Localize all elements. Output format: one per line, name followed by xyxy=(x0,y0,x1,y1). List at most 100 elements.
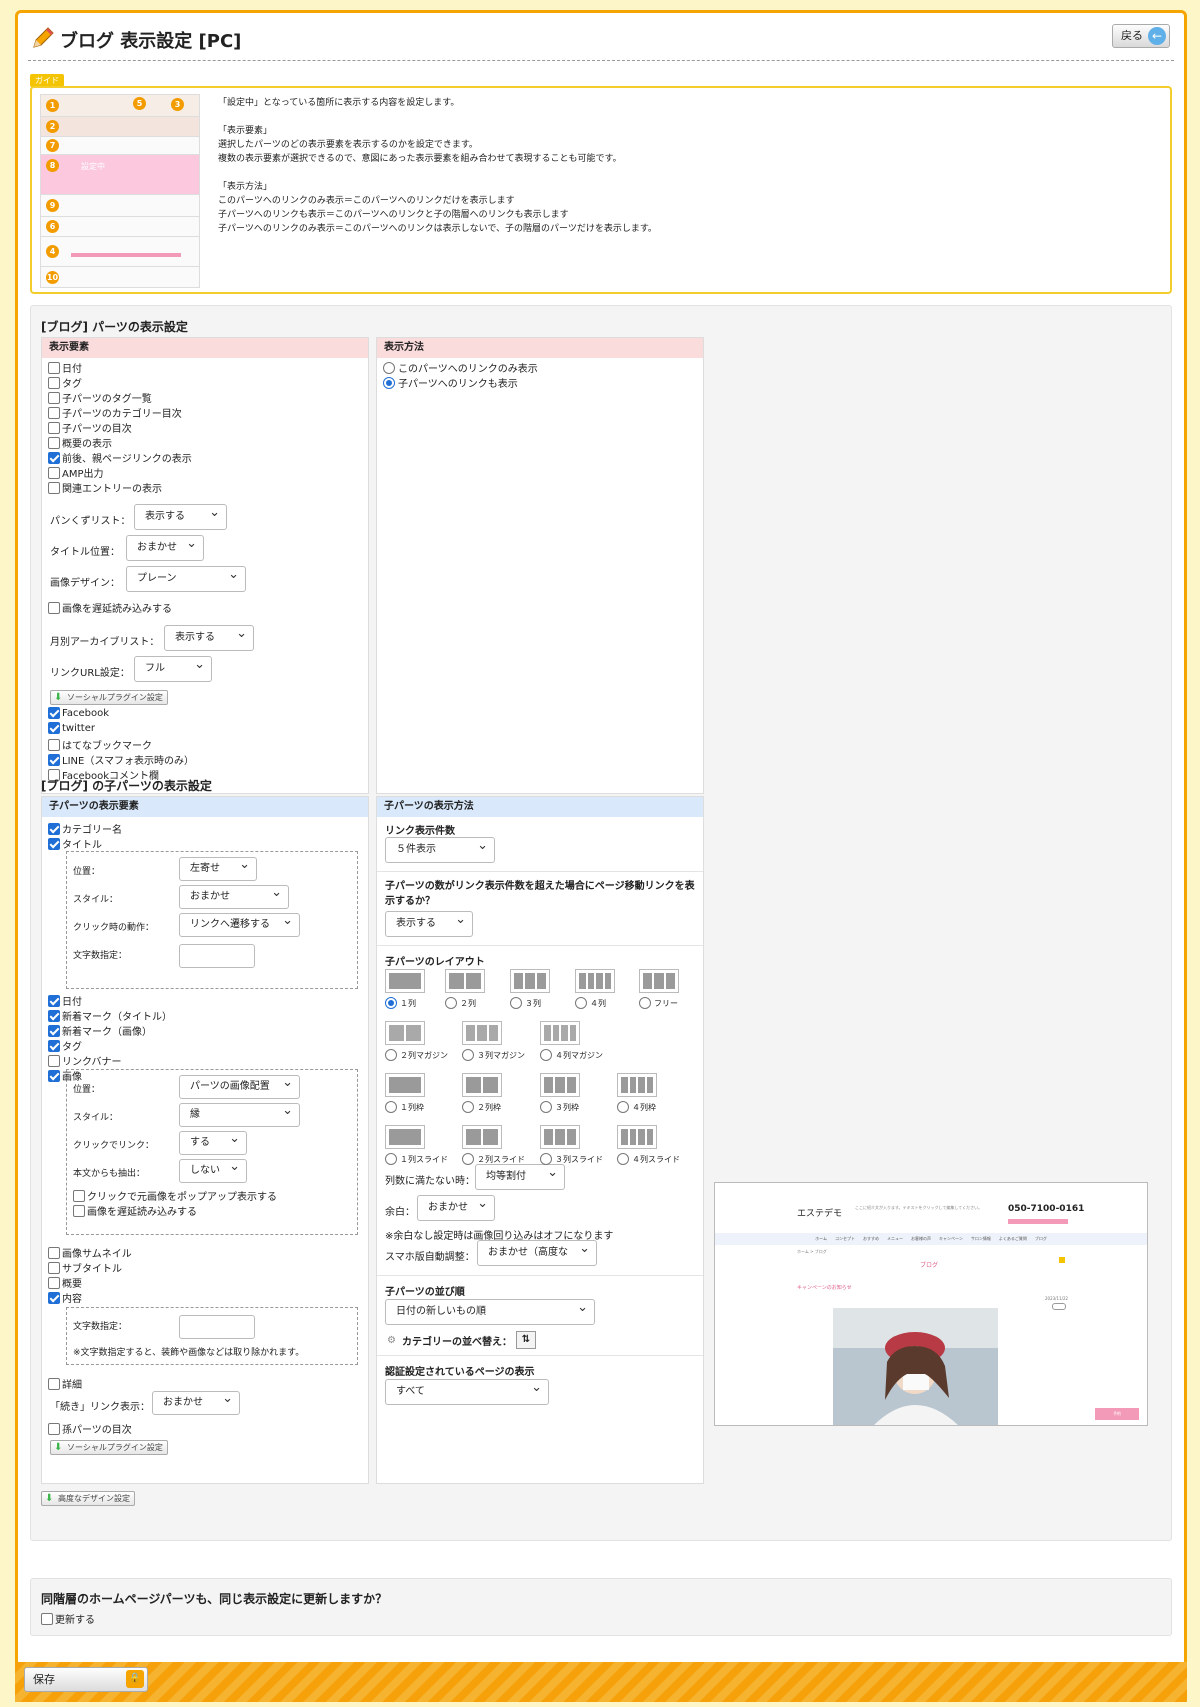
radio-button[interactable] xyxy=(385,1101,397,1113)
checkbox-box[interactable] xyxy=(48,1069,60,1082)
radio-button[interactable] xyxy=(639,997,651,1009)
image-design-select[interactable]: プレーン xyxy=(126,566,246,592)
radio-button[interactable] xyxy=(540,1101,552,1113)
checkbox-box[interactable] xyxy=(48,722,60,734)
checkbox-box[interactable] xyxy=(48,376,60,389)
more-link-select[interactable]: おまかせ xyxy=(152,1391,240,1415)
parts-element-checkbox[interactable]: 子パーツのカテゴリー目次 xyxy=(48,405,182,420)
layout-radio[interactable]: １列スライド xyxy=(385,1153,448,1165)
parts-element-checkbox[interactable]: 関連エントリーの表示 xyxy=(48,480,162,495)
child-element-checkbox[interactable]: 概要 xyxy=(48,1275,82,1290)
checkbox-box[interactable] xyxy=(48,994,60,1007)
overflow-select[interactable]: 表示する xyxy=(385,911,473,937)
parts-element-checkbox[interactable]: 前後、親ページリンクの表示 xyxy=(48,450,192,465)
child-element-checkbox[interactable]: 新着マーク（画像） xyxy=(48,1023,152,1038)
layout-icon[interactable] xyxy=(617,1125,657,1149)
layout-icon[interactable] xyxy=(540,1125,580,1149)
parts-element-checkbox[interactable]: タグ xyxy=(48,375,82,390)
layout-radio[interactable]: ４列枠 xyxy=(617,1101,656,1113)
checkbox-box[interactable] xyxy=(41,1612,53,1625)
checkbox-box[interactable] xyxy=(48,753,60,766)
radio-button[interactable] xyxy=(385,997,397,1009)
checkbox-box[interactable] xyxy=(48,1422,60,1435)
checkbox-box[interactable] xyxy=(48,837,60,850)
lazy-load-checkbox[interactable]: 画像を遅延読み込みする xyxy=(48,600,172,615)
checkbox-box[interactable] xyxy=(73,1189,85,1202)
parts-element-checkbox[interactable]: 子パーツの目次 xyxy=(48,420,132,435)
child-element-checkbox[interactable]: 新着マーク（タイトル） xyxy=(48,1008,172,1023)
layout-radio[interactable]: ３列枠 xyxy=(540,1101,579,1113)
child-element-checkbox[interactable]: タグ xyxy=(48,1038,82,1053)
radio-button[interactable] xyxy=(383,361,395,374)
title-position-select[interactable]: おまかせ xyxy=(126,535,204,561)
checkbox-box[interactable] xyxy=(48,1009,60,1022)
checkbox-box[interactable] xyxy=(48,1276,60,1289)
child-element-checkbox[interactable]: 日付 xyxy=(48,993,82,1008)
radio-button[interactable] xyxy=(617,1101,629,1113)
fill-select[interactable]: 均等割付 xyxy=(475,1164,565,1190)
layout-icon[interactable] xyxy=(445,969,485,993)
radio-button[interactable] xyxy=(540,1153,552,1165)
sort-icon[interactable]: ⇅ xyxy=(515,1331,536,1349)
layout-icon[interactable] xyxy=(575,969,615,993)
layout-icon[interactable] xyxy=(540,1021,580,1045)
layout-icon[interactable] xyxy=(385,1125,425,1149)
checkbox-box[interactable] xyxy=(48,1246,60,1259)
checkbox-box[interactable] xyxy=(48,707,60,719)
breadcrumb-select[interactable]: 表示する xyxy=(134,504,227,530)
radio-button[interactable] xyxy=(445,997,457,1009)
social-checkbox[interactable]: twitter xyxy=(48,722,95,734)
checkbox-box[interactable] xyxy=(48,466,60,479)
detail-checkbox[interactable]: 詳細 xyxy=(48,1376,82,1391)
checkbox-box[interactable] xyxy=(48,1039,60,1052)
layout-radio[interactable]: ２列 xyxy=(445,997,476,1009)
social-plugin-button[interactable]: ⬇ ソーシャルプラグイン設定 xyxy=(50,690,168,705)
layout-radio[interactable]: ３列マガジン xyxy=(462,1049,525,1061)
checkbox-box[interactable] xyxy=(48,738,60,751)
radio-button[interactable] xyxy=(510,997,522,1009)
title-position-select[interactable]: 左寄せ xyxy=(179,857,257,881)
checkbox-box[interactable] xyxy=(48,391,60,404)
checkbox-box[interactable] xyxy=(48,1377,60,1390)
checkbox-box[interactable] xyxy=(73,1204,85,1217)
layout-icon[interactable] xyxy=(385,969,425,993)
social-checkbox[interactable]: はてなブックマーク xyxy=(48,737,152,752)
layout-radio[interactable]: １列枠 xyxy=(385,1101,424,1113)
image-lazy-checkbox[interactable]: 画像を遅延読み込みする xyxy=(73,1203,197,1218)
image-extract-select[interactable]: しない xyxy=(179,1159,247,1183)
parts-method-radio[interactable]: このパーツへのリンクのみ表示 xyxy=(383,360,538,375)
layout-radio[interactable]: ４列 xyxy=(575,997,606,1009)
radio-button[interactable] xyxy=(575,997,587,1009)
margin-select[interactable]: おまかせ xyxy=(417,1195,495,1221)
radio-button[interactable] xyxy=(617,1153,629,1165)
parts-element-checkbox[interactable]: 子パーツのタグ一覧 xyxy=(48,390,152,405)
checkbox-box[interactable] xyxy=(48,601,60,614)
child-element-checkbox[interactable]: サブタイトル xyxy=(48,1260,122,1275)
child-element-checkbox[interactable]: 内容 xyxy=(48,1290,82,1305)
radio-button[interactable] xyxy=(385,1049,397,1061)
layout-icon[interactable] xyxy=(385,1021,425,1045)
radio-button[interactable] xyxy=(385,1153,397,1165)
layout-icon[interactable] xyxy=(617,1073,657,1097)
radio-button[interactable] xyxy=(540,1049,552,1061)
title-style-select[interactable]: おまかせ xyxy=(179,885,289,909)
image-position-select[interactable]: パーツの画像配置 xyxy=(179,1075,300,1099)
layout-icon[interactable] xyxy=(385,1073,425,1097)
grandchild-toc-checkbox[interactable]: 孫パーツの目次 xyxy=(48,1421,132,1436)
checkbox-box[interactable] xyxy=(48,406,60,419)
child-element-checkbox[interactable]: 画像 xyxy=(48,1068,82,1083)
image-style-select[interactable]: 縁 xyxy=(179,1103,300,1127)
auth-select[interactable]: すべて xyxy=(385,1379,549,1405)
layout-radio[interactable]: ３列 xyxy=(510,997,541,1009)
checkbox-box[interactable] xyxy=(48,1261,60,1274)
radio-button[interactable] xyxy=(462,1101,474,1113)
checkbox-box[interactable] xyxy=(48,822,60,835)
layout-radio[interactable]: ４列マガジン xyxy=(540,1049,603,1061)
popup-checkbox[interactable]: クリックで元画像をポップアップ表示する xyxy=(73,1188,277,1203)
social-checkbox[interactable]: Facebook xyxy=(48,707,109,719)
category-name-checkbox[interactable]: カテゴリー名 xyxy=(48,821,122,836)
link-url-select[interactable]: フル xyxy=(134,656,212,682)
char-limit-input[interactable] xyxy=(179,944,255,968)
parts-element-checkbox[interactable]: 概要の表示 xyxy=(48,435,112,450)
click-action-select[interactable]: リンクへ遷移する xyxy=(179,913,300,937)
